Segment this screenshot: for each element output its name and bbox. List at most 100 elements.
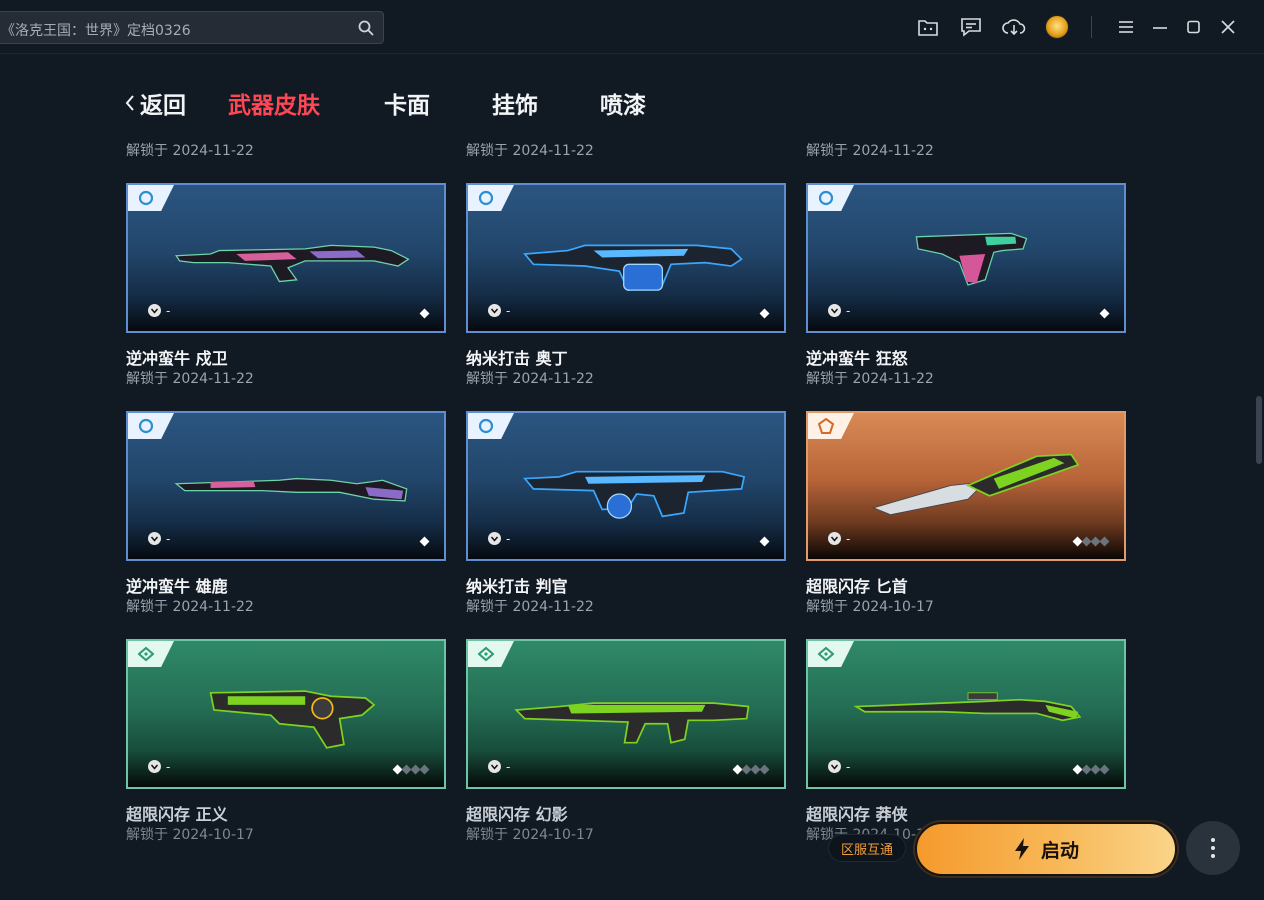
divider: [1091, 16, 1092, 38]
tier-gem: [419, 536, 430, 547]
tab-sprays[interactable]: 喷漆: [600, 86, 646, 120]
unlock-date: 解锁于 2024-11-22: [466, 143, 594, 159]
skin-card[interactable]: -: [466, 183, 786, 333]
chevron-left-icon: [125, 95, 134, 111]
tier-tab: [468, 185, 514, 211]
tab-charms[interactable]: 挂饰: [492, 86, 538, 120]
weapon-image: [174, 477, 408, 502]
skin-card[interactable]: -: [466, 411, 786, 561]
tab-player-cards[interactable]: 卡面: [384, 86, 430, 120]
tier-tab: [468, 641, 514, 667]
weapon-image: [915, 232, 1028, 286]
tier-icon: [478, 418, 494, 434]
tier-gem: [1099, 308, 1110, 319]
skin-card[interactable]: -: [126, 411, 446, 561]
tier-icon: [478, 190, 494, 206]
badge-value: -: [506, 532, 511, 546]
maximize-icon[interactable]: [1182, 15, 1206, 39]
unlock-date: 解锁于 2024-10-17: [126, 827, 254, 843]
skin-card[interactable]: -: [126, 639, 446, 789]
tier-gems: [732, 764, 770, 775]
region-chip[interactable]: 区服互通: [828, 834, 906, 862]
skin-name: 逆冲蛮牛 狂怒: [806, 349, 908, 368]
download-icon[interactable]: [1002, 15, 1026, 39]
more-options-button[interactable]: [1186, 821, 1240, 875]
unlock-date: 解锁于 2024-11-22: [806, 143, 934, 159]
unlock-date: 解锁于 2024-11-22: [466, 371, 594, 387]
search-box[interactable]: 《洛克王国：世界》定档0326: [0, 11, 384, 44]
unlock-date: 解锁于 2024-11-22: [126, 143, 254, 159]
tier-gems: [1072, 764, 1110, 775]
badge-value: -: [166, 532, 171, 546]
skin-card[interactable]: -: [806, 183, 1126, 333]
chevron-badge-icon: [828, 760, 841, 773]
badge-value: -: [506, 304, 511, 318]
tier-icon: [818, 646, 834, 662]
tier-gems: [419, 308, 430, 319]
badge-value: -: [166, 760, 171, 774]
tier-icon: [138, 190, 154, 206]
back-label: 返回: [140, 93, 186, 119]
skin-name: 逆冲蛮牛 戍卫: [126, 349, 228, 368]
badge-value: -: [506, 760, 511, 774]
tier-tab: [808, 185, 854, 211]
skin-name: 超限闪存 幻影: [466, 805, 568, 824]
folder-chat-icon[interactable]: [916, 15, 940, 39]
tier-gem: [419, 308, 430, 319]
tier-gems: [759, 308, 770, 319]
tier-tab: [808, 413, 854, 439]
chevron-badge-icon: [148, 532, 161, 545]
skin-name: 超限闪存 正义: [126, 805, 228, 824]
skin-card[interactable]: -: [806, 411, 1126, 561]
skin-name: 纳米打击 奥丁: [466, 349, 568, 368]
scrollbar[interactable]: [1256, 396, 1262, 464]
weapon-image: [523, 470, 746, 519]
skin-name: 纳米打击 判官: [466, 577, 568, 596]
tier-gems: [1072, 536, 1110, 547]
tier-icon: [138, 418, 154, 434]
tier-tab: [468, 413, 514, 439]
unlock-date: 解锁于 2024-10-17: [466, 827, 594, 843]
badge-value: -: [846, 304, 851, 318]
unlock-date: 解锁于 2024-11-22: [126, 599, 254, 615]
back-button[interactable]: 返回: [124, 86, 186, 120]
badge-value: -: [846, 532, 851, 546]
chevron-badge-icon: [488, 304, 501, 317]
search-icon[interactable]: [357, 19, 375, 37]
tier-gem: [759, 764, 770, 775]
tier-tab: [128, 413, 174, 439]
unlock-date: 解锁于 2024-11-22: [126, 371, 254, 387]
menu-icon[interactable]: [1114, 15, 1138, 39]
feedback-icon[interactable]: [959, 15, 983, 39]
launch-button[interactable]: 启动: [915, 822, 1177, 876]
weapon-image: [175, 244, 410, 283]
chevron-badge-icon: [488, 532, 501, 545]
tier-gems: [392, 764, 430, 775]
badge-value: -: [846, 760, 851, 774]
chevron-badge-icon: [828, 532, 841, 545]
tier-gem: [1099, 764, 1110, 775]
lightning-icon: [1014, 838, 1029, 860]
search-input[interactable]: 《洛克王国：世界》定档0326: [1, 20, 191, 40]
tier-icon: [478, 646, 494, 662]
skin-card[interactable]: -: [126, 183, 446, 333]
tier-gems: [759, 536, 770, 547]
tier-icon: [818, 190, 834, 206]
tier-icon: [138, 646, 154, 662]
minimize-icon[interactable]: [1148, 15, 1172, 39]
skin-name: 超限闪存 匕首: [806, 577, 908, 596]
tier-tab: [808, 641, 854, 667]
tab-weapon-skins[interactable]: 武器皮肤: [228, 86, 320, 120]
skin-card[interactable]: -: [466, 639, 786, 789]
avatar[interactable]: [1045, 15, 1069, 39]
weapon-image: [523, 244, 743, 292]
chevron-badge-icon: [828, 304, 841, 317]
tier-gems: [419, 536, 430, 547]
unlock-date: 解锁于 2024-11-22: [806, 371, 934, 387]
chevron-badge-icon: [488, 760, 501, 773]
weapon-image: [872, 453, 1080, 516]
close-icon[interactable]: [1216, 15, 1240, 39]
tier-gem: [419, 764, 430, 775]
skin-name: 超限闪存 莽侠: [806, 805, 908, 824]
skin-card[interactable]: -: [806, 639, 1126, 789]
